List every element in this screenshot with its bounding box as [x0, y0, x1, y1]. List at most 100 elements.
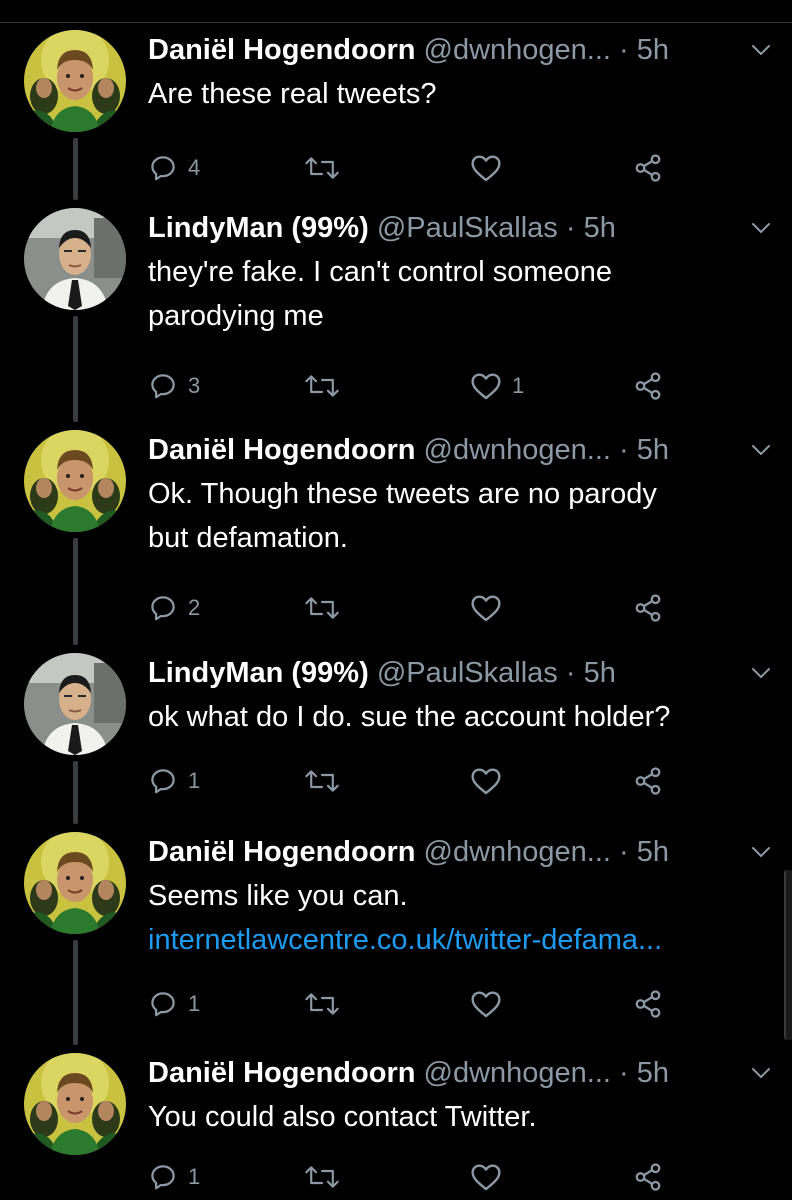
chevron-down-icon[interactable]: [750, 844, 772, 860]
tweet-text-line: Are these real tweets?: [148, 78, 437, 110]
tweet-text-line: they're fake. I can't control someone: [148, 256, 613, 288]
avatar-daniel[interactable]: [24, 30, 126, 132]
user-handle[interactable]: @PaulSkallas: [377, 212, 558, 244]
heart-icon: [470, 371, 502, 401]
tweet-text-line: but defamation.: [148, 522, 348, 554]
tweet-actions: 1: [148, 761, 768, 801]
tweet-actions: 4: [148, 148, 768, 188]
heart-icon: [470, 766, 502, 796]
reply-button[interactable]: 4: [148, 148, 200, 188]
reply-icon: [148, 1162, 178, 1192]
thread-connector-line: [73, 538, 78, 645]
avatar-lindyman[interactable]: [24, 208, 126, 310]
share-icon: [632, 153, 664, 183]
tweet-body: LindyMan (99%) @PaulSkallas · 5h they're…: [148, 208, 770, 400]
reply-button[interactable]: 1: [148, 984, 200, 1024]
retweet-button[interactable]: [304, 1157, 350, 1197]
display-name[interactable]: LindyMan (99%): [148, 657, 369, 689]
retweet-button[interactable]: [304, 761, 350, 801]
retweet-icon: [304, 989, 340, 1019]
tweet-header: Daniël Hogendoorn @dwnhogen... · 5h: [148, 430, 768, 470]
share-button[interactable]: [632, 366, 664, 406]
retweet-button[interactable]: [304, 588, 350, 628]
separator-dot: ·: [619, 836, 629, 868]
chevron-down-icon[interactable]: [750, 42, 772, 58]
user-handle[interactable]: @dwnhogen...: [424, 34, 611, 66]
tweet-header: Daniël Hogendoorn @dwnhogen... · 5h: [148, 1053, 768, 1093]
display-name[interactable]: Daniël Hogendoorn: [148, 34, 415, 66]
timestamp[interactable]: 5h: [584, 657, 616, 689]
thread-connector-line: [73, 138, 78, 200]
like-button[interactable]: [470, 148, 512, 188]
chevron-down-icon[interactable]: [750, 220, 772, 236]
share-button[interactable]: [632, 148, 664, 188]
like-button[interactable]: [470, 984, 512, 1024]
reply-button[interactable]: 3: [148, 366, 200, 406]
thread-connector-line: [73, 761, 78, 824]
reply-button[interactable]: 2: [148, 588, 200, 628]
tweet-link[interactable]: internetlawcentre.co.uk/twitter-defama..…: [148, 918, 768, 962]
like-button[interactable]: [470, 1157, 512, 1197]
share-icon: [632, 593, 664, 623]
like-button[interactable]: 1: [470, 366, 524, 406]
reply-count: 3: [188, 373, 201, 398]
scrollbar[interactable]: [784, 870, 792, 1040]
user-handle[interactable]: @dwnhogen...: [424, 836, 611, 868]
reply-button[interactable]: 1: [148, 761, 200, 801]
timestamp[interactable]: 5h: [637, 836, 669, 868]
tweet-header: LindyMan (99%) @PaulSkallas · 5h: [148, 208, 768, 248]
share-button[interactable]: [632, 984, 664, 1024]
tweet-text: Are these real tweets?: [148, 72, 768, 116]
display-name[interactable]: LindyMan (99%): [148, 212, 369, 244]
avatar-lindyman[interactable]: [24, 653, 126, 755]
retweet-button[interactable]: [304, 148, 350, 188]
thread-connector-line: [73, 940, 78, 1045]
tweet-text: ok what do I do. sue the account holder?: [148, 695, 768, 739]
retweet-button[interactable]: [304, 366, 350, 406]
reply-icon: [148, 766, 178, 796]
retweet-icon: [304, 1162, 340, 1192]
timestamp[interactable]: 5h: [637, 34, 669, 66]
timestamp[interactable]: 5h: [637, 1057, 669, 1089]
separator-dot: ·: [619, 34, 629, 66]
user-handle[interactable]: @dwnhogen...: [424, 434, 611, 466]
chevron-down-icon[interactable]: [750, 1065, 772, 1081]
like-button[interactable]: [470, 588, 512, 628]
chevron-down-icon[interactable]: [750, 442, 772, 458]
avatar-daniel[interactable]: [24, 430, 126, 532]
reply-icon: [148, 593, 178, 623]
display-name[interactable]: Daniël Hogendoorn: [148, 1057, 415, 1089]
tweet-actions: 3 1: [148, 366, 768, 406]
tweet-body: Daniël Hogendoorn @dwnhogen... · 5h Ok. …: [148, 430, 770, 622]
reply-button[interactable]: 1: [148, 1157, 200, 1197]
user-handle[interactable]: @PaulSkallas: [377, 657, 558, 689]
share-icon: [632, 766, 664, 796]
share-button[interactable]: [632, 588, 664, 628]
retweet-icon: [304, 371, 340, 401]
like-count: 1: [512, 373, 525, 398]
reply-icon: [148, 153, 178, 183]
timestamp[interactable]: 5h: [584, 212, 616, 244]
reply-count: 4: [188, 155, 201, 180]
share-button[interactable]: [632, 761, 664, 801]
retweet-icon: [304, 593, 340, 623]
chevron-down-icon[interactable]: [750, 665, 772, 681]
avatar-daniel[interactable]: [24, 832, 126, 934]
user-handle[interactable]: @dwnhogen...: [424, 1057, 611, 1089]
retweet-button[interactable]: [304, 984, 350, 1024]
heart-icon: [470, 153, 502, 183]
tweet-body: Daniël Hogendoorn @dwnhogen... · 5h Are …: [148, 30, 770, 182]
share-button[interactable]: [632, 1157, 664, 1197]
separator-dot: ·: [619, 1057, 629, 1089]
display-name[interactable]: Daniël Hogendoorn: [148, 836, 415, 868]
tweet-body: Daniël Hogendoorn @dwnhogen... · 5h You …: [148, 1053, 770, 1191]
tweet-header: Daniël Hogendoorn @dwnhogen... · 5h: [148, 30, 768, 70]
top-divider: [0, 22, 792, 23]
like-button[interactable]: [470, 761, 512, 801]
heart-icon: [470, 593, 502, 623]
display-name[interactable]: Daniël Hogendoorn: [148, 434, 415, 466]
timestamp[interactable]: 5h: [637, 434, 669, 466]
avatar-daniel[interactable]: [24, 1053, 126, 1155]
separator-dot: ·: [565, 212, 576, 244]
tweet-text-line: ok what do I do. sue the account holder?: [148, 701, 671, 733]
